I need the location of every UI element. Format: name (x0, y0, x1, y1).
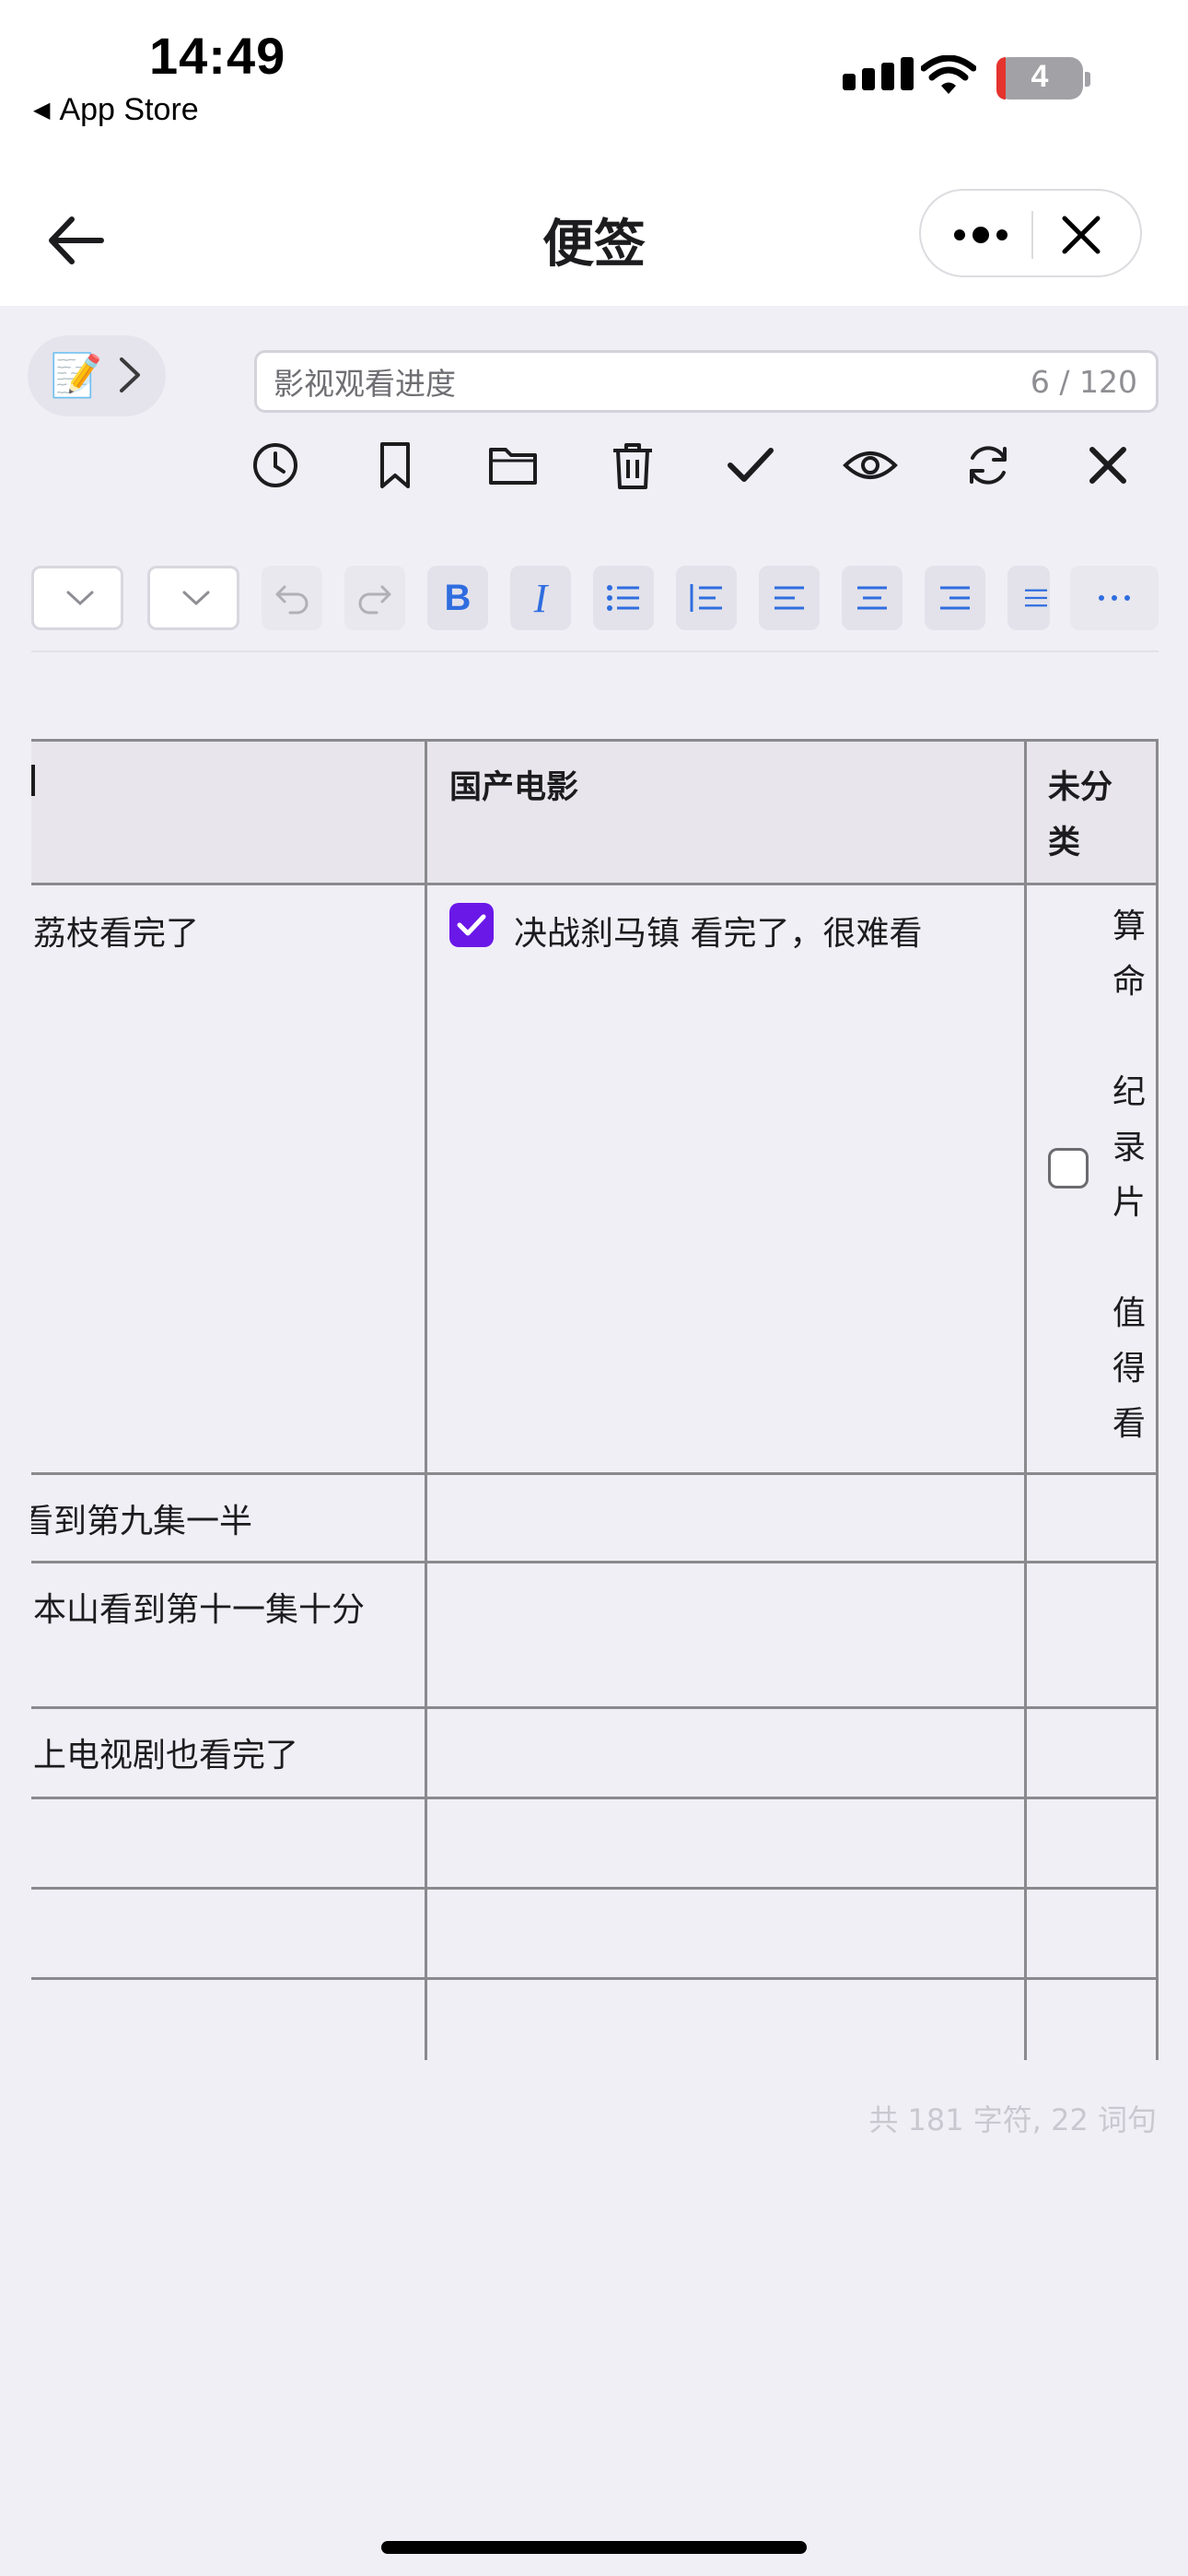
table-border (31, 739, 1159, 742)
table-border (31, 1797, 1159, 1799)
table-header-cell (31, 739, 425, 883)
redo-icon (358, 585, 391, 615)
align-right-button[interactable] (925, 566, 985, 630)
vertical-cell-text[interactable]: 算 命 纪 录 片 值 得 看 (1111, 899, 1147, 1452)
table-cell[interactable]: 决战刹马镇 看完了，很难看 (514, 907, 922, 954)
align-left-button[interactable] (759, 566, 820, 630)
align-center-icon (857, 586, 887, 610)
memo-emoji-icon: 📝 (50, 350, 103, 400)
bold-label: B (444, 577, 472, 618)
checkbox-checked[interactable] (449, 903, 494, 947)
chevron-right-icon (120, 357, 140, 392)
eye-icon[interactable] (838, 433, 903, 498)
undo-button[interactable] (262, 566, 322, 630)
truncated-header-text (31, 765, 35, 796)
align-right-icon (940, 586, 970, 610)
bookmark-icon[interactable] (363, 433, 427, 498)
table-border (31, 1706, 1159, 1709)
header-uncategorized-line1: 未分 (1048, 769, 1113, 806)
italic-button[interactable]: I (510, 566, 571, 630)
refresh-icon[interactable] (956, 433, 1020, 498)
header-uncategorized-line2: 类 (1048, 825, 1081, 861)
mini-program-capsule (919, 189, 1142, 277)
undo-icon (275, 585, 309, 615)
ordered-list-icon (690, 584, 722, 612)
note-table[interactable]: 国产电影 未分 类 荔枝看完了 决战刹马镇 看完了，很难看 算 命 纪 录 片 … (31, 739, 1159, 2060)
back-triangle-icon: ◀ (33, 98, 51, 123)
word-count: 共 181 字符, 22 词句 (868, 2102, 1157, 2137)
ordered-list-button[interactable] (676, 566, 737, 630)
toolbar-divider (31, 650, 1159, 652)
bold-button[interactable]: B (427, 566, 488, 630)
battery-level: 4 (1031, 59, 1049, 94)
close-icon[interactable] (1057, 211, 1105, 259)
back-app-label: App Store (59, 92, 199, 127)
check-icon (457, 914, 486, 936)
cellular-signal-icon (843, 57, 914, 90)
more-dots-icon[interactable] (949, 217, 1013, 253)
home-indicator[interactable] (381, 2541, 807, 2554)
wifi-icon (921, 55, 976, 94)
table-border (1156, 739, 1159, 2060)
close-icon[interactable] (1076, 433, 1140, 498)
status-time: 14:49 (149, 27, 286, 85)
check-icon[interactable] (718, 433, 783, 498)
trash-icon[interactable] (600, 433, 665, 498)
folder-icon[interactable] (481, 433, 545, 498)
battery-icon: 4 (996, 57, 1083, 100)
bullet-list-icon (607, 585, 639, 611)
heading-dropdown[interactable] (31, 566, 123, 630)
italic-label: I (533, 575, 548, 621)
table-border (31, 1472, 1159, 1475)
table-cell[interactable]: 本山看到第十一集十分 (33, 1583, 365, 1631)
more-options-button[interactable] (1070, 566, 1159, 630)
formatting-toolbar: B I (0, 566, 1188, 636)
chevron-down-icon (66, 591, 94, 606)
align-center-button[interactable] (842, 566, 903, 630)
table-border (1024, 739, 1027, 2060)
table-cell[interactable]: 荔枝看完了 (33, 907, 199, 954)
table-border (31, 1887, 1159, 1890)
font-size-dropdown[interactable] (147, 566, 239, 630)
status-bar: 14:49 ◀ App Store 4 (0, 0, 1188, 175)
table-border (31, 883, 1159, 885)
navigation-bar: 便签 (0, 175, 1188, 306)
redo-button[interactable] (344, 566, 405, 630)
table-border (31, 1977, 1159, 1980)
bullet-list-button[interactable] (593, 566, 654, 630)
align-justify-button[interactable] (1007, 566, 1050, 630)
table-cell[interactable]: 看到第九集一半 (31, 1494, 252, 1542)
table-border (425, 739, 427, 2060)
note-icon-selector[interactable]: 📝 (28, 335, 166, 416)
title-char-counter: 6 / 120 (1030, 364, 1137, 400)
table-cell[interactable]: 上电视剧也看完了 (33, 1728, 298, 1776)
align-justify-icon (1025, 589, 1047, 607)
back-to-app-store[interactable]: ◀ App Store (33, 92, 199, 128)
note-action-toolbar (0, 433, 1188, 498)
align-left-icon (775, 586, 804, 610)
history-icon[interactable] (243, 433, 308, 498)
chevron-down-icon (182, 591, 210, 606)
note-title-field[interactable]: 6 / 120 (254, 350, 1159, 413)
table-border (31, 1561, 1159, 1563)
note-title-input[interactable] (274, 360, 1010, 403)
header-domestic-films: 国产电影 (449, 769, 579, 806)
checkbox-unchecked[interactable] (1048, 1148, 1089, 1188)
